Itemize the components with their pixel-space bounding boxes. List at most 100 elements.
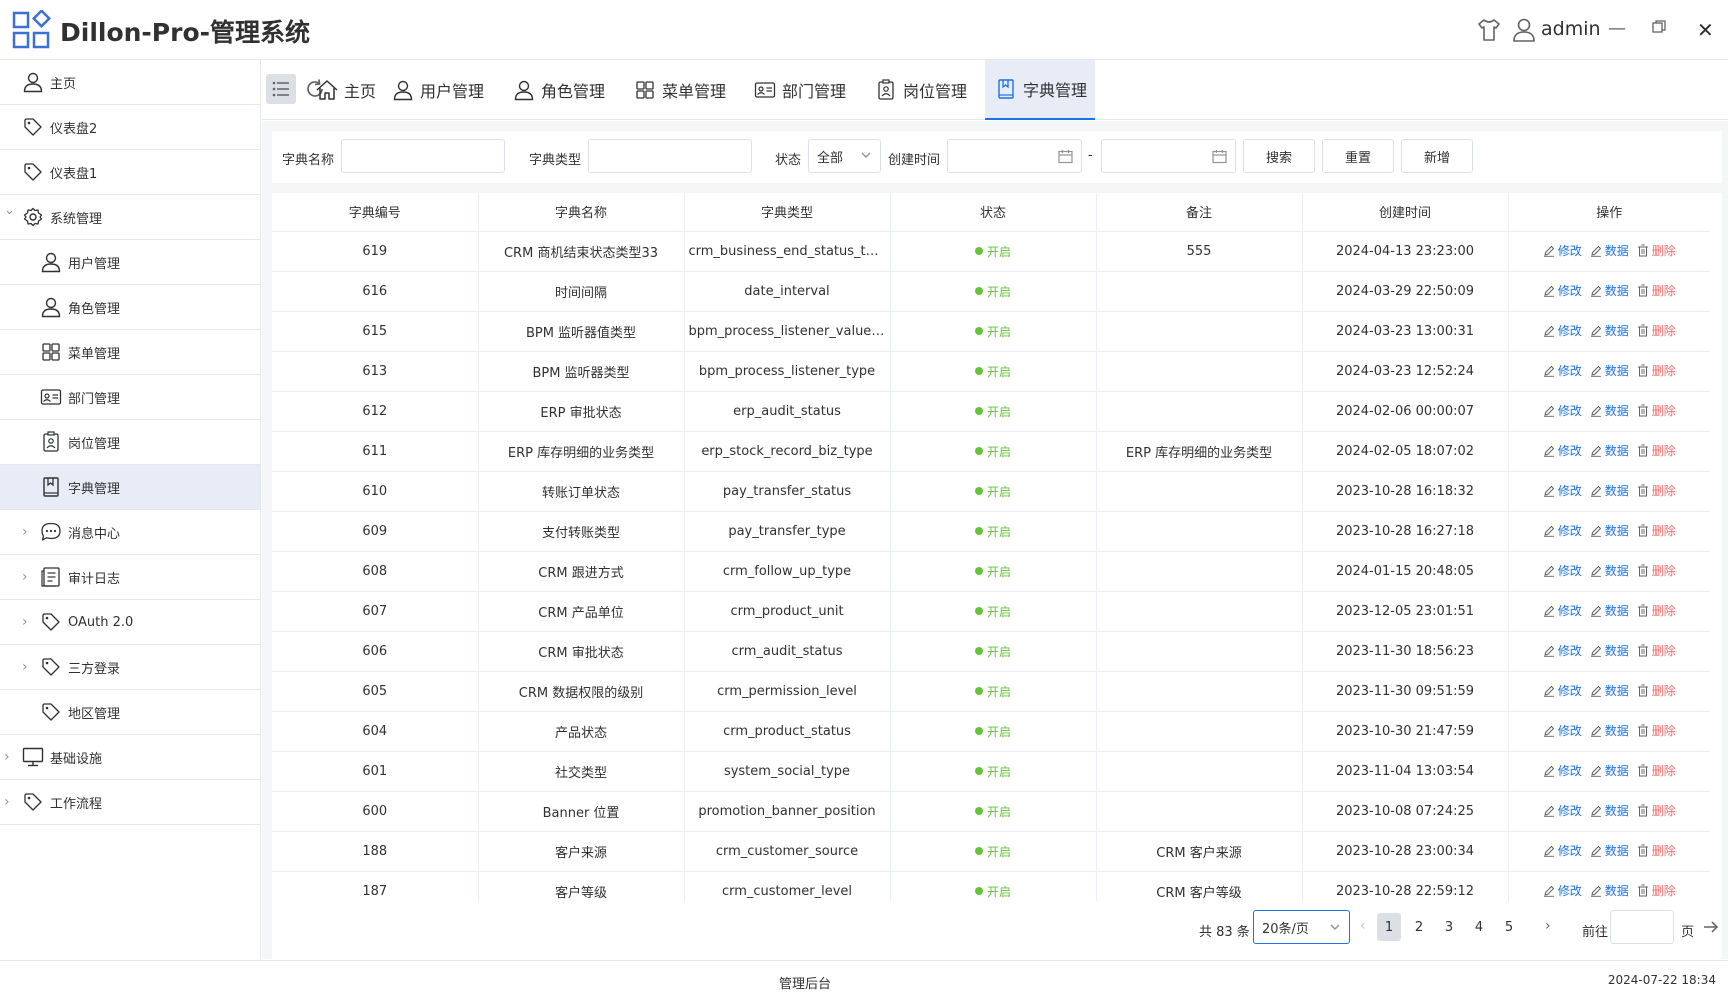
sidebar-item-16[interactable]: › 工作流程 — [0, 780, 260, 825]
tab-5[interactable]: 岗位管理 — [873, 60, 967, 120]
edit-button[interactable]: 修改 — [1543, 882, 1582, 899]
sidebar-item-2[interactable]: 仪表盘1 — [0, 150, 260, 195]
delete-button[interactable]: 删除 — [1637, 802, 1676, 819]
delete-button[interactable]: 删除 — [1637, 722, 1676, 739]
next-page-button[interactable]: › — [1545, 918, 1551, 934]
sidebar-item-6[interactable]: 菜单管理 — [0, 330, 260, 375]
sidebar-item-8[interactable]: 岗位管理 — [0, 420, 260, 465]
data-button[interactable]: 数据 — [1590, 442, 1629, 459]
edit-button[interactable]: 修改 — [1543, 762, 1582, 779]
sidebar-item-12[interactable]: › OAuth 2.0 — [0, 600, 260, 645]
delete-button[interactable]: 删除 — [1637, 482, 1676, 499]
delete-button[interactable]: 删除 — [1637, 522, 1676, 539]
edit-button[interactable]: 修改 — [1543, 642, 1582, 659]
data-button[interactable]: 数据 — [1590, 802, 1629, 819]
delete-button[interactable]: 删除 — [1637, 602, 1676, 619]
data-button[interactable]: 数据 — [1590, 482, 1629, 499]
data-button[interactable]: 数据 — [1590, 242, 1629, 259]
edit-button[interactable]: 修改 — [1543, 402, 1582, 419]
sidebar-item-0[interactable]: 主页 — [0, 60, 260, 105]
edit-button[interactable]: 修改 — [1543, 242, 1582, 259]
sidebar-item-1[interactable]: 仪表盘2 — [0, 105, 260, 150]
sidebar-item-15[interactable]: › 基础设施 — [0, 735, 260, 780]
page-number-button[interactable]: 2 — [1407, 913, 1431, 941]
data-button[interactable]: 数据 — [1590, 762, 1629, 779]
start-date-input[interactable] — [947, 139, 1082, 173]
reset-button[interactable]: 重置 — [1322, 139, 1394, 173]
prev-page-button[interactable]: ‹ — [1360, 918, 1366, 934]
delete-button[interactable]: 删除 — [1637, 282, 1676, 299]
menu-toggle-button[interactable] — [266, 74, 296, 104]
edit-button[interactable]: 修改 — [1543, 362, 1582, 379]
page-number-button[interactable]: 3 — [1437, 913, 1461, 941]
tab-2[interactable]: 角色管理 — [511, 60, 605, 120]
page-size-select[interactable]: 20条/页 — [1253, 910, 1350, 944]
user-icon[interactable] — [1512, 17, 1536, 43]
search-button[interactable]: 搜索 — [1243, 139, 1315, 173]
page-number-button[interactable]: 4 — [1467, 913, 1491, 941]
close-button[interactable]: ✕ — [1697, 18, 1714, 42]
edit-button[interactable]: 修改 — [1543, 562, 1582, 579]
edit-button[interactable]: 修改 — [1543, 442, 1582, 459]
edit-button[interactable]: 修改 — [1543, 522, 1582, 539]
page-number-button[interactable]: 1 — [1377, 913, 1401, 941]
delete-button[interactable]: 删除 — [1637, 362, 1676, 379]
dict-type-input[interactable] — [588, 139, 752, 173]
tab-0[interactable]: 主页 — [314, 60, 376, 120]
delete-button[interactable]: 删除 — [1637, 322, 1676, 339]
sidebar-item-11[interactable]: › 审计日志 — [0, 555, 260, 600]
edit-button[interactable]: 修改 — [1543, 682, 1582, 699]
sidebar-item-4[interactable]: 用户管理 — [0, 240, 260, 285]
tab-3[interactable]: 菜单管理 — [632, 60, 726, 120]
data-button[interactable]: 数据 — [1590, 682, 1629, 699]
delete-button[interactable]: 删除 — [1637, 642, 1676, 659]
data-button[interactable]: 数据 — [1590, 642, 1629, 659]
data-button[interactable]: 数据 — [1590, 562, 1629, 579]
delete-button[interactable]: 删除 — [1637, 402, 1676, 419]
goto-page-input[interactable] — [1610, 910, 1674, 944]
data-button[interactable]: 数据 — [1590, 322, 1629, 339]
status-select[interactable]: 全部 — [808, 139, 881, 173]
data-button[interactable]: 数据 — [1590, 722, 1629, 739]
add-button[interactable]: 新增 — [1401, 139, 1473, 173]
data-button[interactable]: 数据 — [1590, 842, 1629, 859]
end-date-input[interactable] — [1101, 139, 1236, 173]
data-button[interactable]: 数据 — [1590, 882, 1629, 899]
sidebar-item-5[interactable]: 角色管理 — [0, 285, 260, 330]
edit-button[interactable]: 修改 — [1543, 602, 1582, 619]
delete-button[interactable]: 删除 — [1637, 442, 1676, 459]
delete-button[interactable]: 删除 — [1637, 562, 1676, 579]
restore-button[interactable] — [1652, 20, 1666, 34]
page-number-button[interactable]: 5 — [1497, 913, 1521, 941]
edit-button[interactable]: 修改 — [1543, 802, 1582, 819]
delete-button[interactable]: 删除 — [1637, 882, 1676, 899]
sidebar-item-13[interactable]: › 三方登录 — [0, 645, 260, 690]
tab-6[interactable]: 字典管理 — [985, 60, 1096, 120]
delete-button[interactable]: 删除 — [1637, 762, 1676, 779]
minimize-button[interactable]: — — [1608, 18, 1626, 39]
delete-button[interactable]: 删除 — [1637, 242, 1676, 259]
delete-button[interactable]: 删除 — [1637, 682, 1676, 699]
sidebar-item-9[interactable]: 字典管理 — [0, 465, 260, 510]
sidebar-item-14[interactable]: 地区管理 — [0, 690, 260, 735]
sidebar-item-3[interactable]: ⌄ 系统管理 — [0, 195, 260, 240]
data-button[interactable]: 数据 — [1590, 282, 1629, 299]
shirt-icon[interactable] — [1476, 17, 1502, 43]
tab-1[interactable]: 用户管理 — [390, 60, 484, 120]
edit-button[interactable]: 修改 — [1543, 722, 1582, 739]
dict-name-input[interactable] — [341, 139, 505, 173]
data-button[interactable]: 数据 — [1590, 602, 1629, 619]
tab-4[interactable]: 部门管理 — [752, 60, 846, 120]
delete-button[interactable]: 删除 — [1637, 842, 1676, 859]
edit-button[interactable]: 修改 — [1543, 482, 1582, 499]
edit-button[interactable]: 修改 — [1543, 322, 1582, 339]
edit-button[interactable]: 修改 — [1543, 842, 1582, 859]
data-button[interactable]: 数据 — [1590, 402, 1629, 419]
sidebar-item-7[interactable]: 部门管理 — [0, 375, 260, 420]
edit-button[interactable]: 修改 — [1543, 282, 1582, 299]
data-button[interactable]: 数据 — [1590, 522, 1629, 539]
username[interactable]: admin — [1541, 18, 1601, 40]
data-button[interactable]: 数据 — [1590, 362, 1629, 379]
sidebar-item-10[interactable]: › 消息中心 — [0, 510, 260, 555]
arrow-right-icon[interactable] — [1702, 918, 1720, 936]
